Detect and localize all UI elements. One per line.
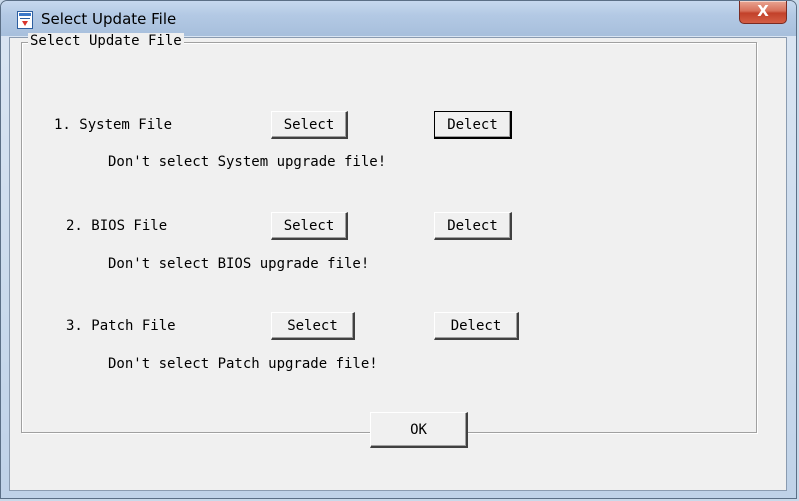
close-icon: X [757,2,769,20]
select-system-button[interactable]: Select [271,111,348,139]
group-label: Select Update File [28,33,184,49]
item-label-system: 1. System File [54,117,173,133]
document-update-icon [17,11,33,29]
close-button[interactable]: X [739,1,787,24]
delect-patch-button[interactable]: Delect [434,312,519,340]
delect-patch-label: Delect [450,317,502,334]
delect-bios-label: Delect [447,217,498,234]
select-bios-button[interactable]: Select [271,212,348,240]
delect-system-button[interactable]: Delect [434,111,512,139]
title-bar[interactable]: Select Update File X [1,1,796,36]
delect-system-label: Delect [447,116,498,133]
delect-bios-button[interactable]: Delect [434,212,512,240]
select-system-label: Select [283,116,335,133]
select-patch-label: Select [287,317,338,334]
select-update-file-group [21,42,757,433]
item-label-bios: 2. BIOS File [66,218,168,234]
status-system: Don't select System upgrade file! [108,154,387,170]
window-title: Select Update File [41,10,177,28]
select-patch-button[interactable]: Select [271,312,355,340]
select-bios-label: Select [283,217,335,234]
item-label-patch: 3. Patch File [66,318,176,334]
status-patch: Don't select Patch upgrade file! [108,356,378,372]
ok-label: OK [410,421,427,438]
ok-button[interactable]: OK [370,412,468,448]
status-bios: Don't select BIOS upgrade file! [108,256,370,272]
